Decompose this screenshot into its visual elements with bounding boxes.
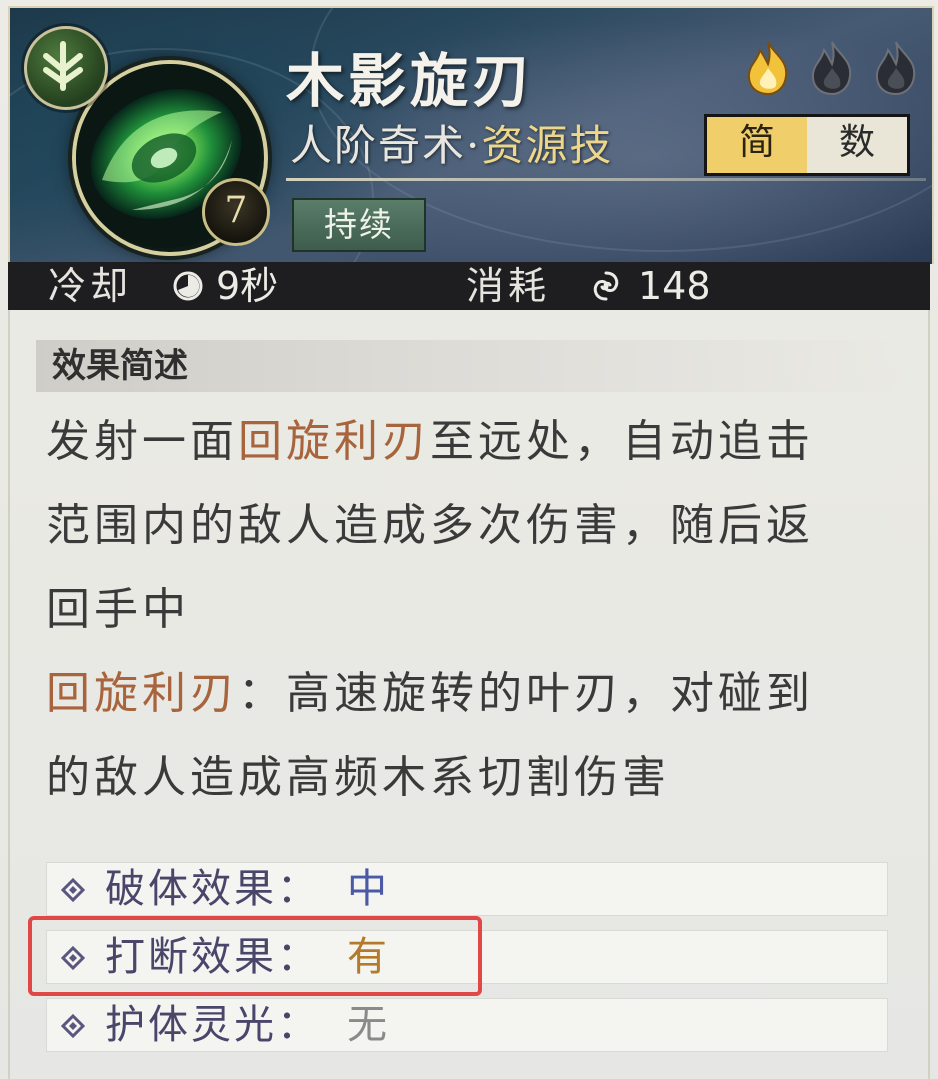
- description-line: 发射一面回旋利刃至远处，自动追击: [46, 416, 814, 467]
- description-line: 范围内的敌人造成多次伤害，随后返: [46, 500, 814, 551]
- flame-icon-empty: [875, 41, 916, 96]
- skill-category: 资源技: [481, 121, 614, 170]
- skill-level-badge: 7: [202, 178, 270, 246]
- skill-tooltip-card: 7 木影旋刃 人阶奇术·资源技 持续 简 数 冷却 9秒 消耗 148 效果简述…: [0, 0, 938, 1079]
- flame-icon-filled: [747, 41, 788, 96]
- skill-header: 7 木影旋刃 人阶奇术·资源技 持续 简 数: [8, 6, 934, 264]
- title-divider: [286, 178, 926, 181]
- diamond-bullet-icon: [61, 1014, 85, 1038]
- energy-flames: [740, 38, 930, 102]
- attribute-label: 破体效果：: [105, 866, 320, 912]
- description-line: 回手中: [46, 584, 190, 635]
- skill-rank: 人阶奇术·: [290, 121, 482, 170]
- skill-tag: 持续: [292, 198, 426, 252]
- section-title-effect: 效果简述: [36, 340, 916, 392]
- effect-description: 发射一面回旋利刃至远处，自动追击 范围内的敌人造成多次伤害，随后返 回手中 回旋…: [46, 400, 896, 820]
- cooldown-icon: [173, 271, 203, 301]
- attribute-row: 破体效果： 中: [46, 862, 888, 916]
- attribute-label: 护体灵光：: [105, 1002, 320, 1048]
- skill-stats-bar: 冷却 9秒 消耗 148: [8, 262, 930, 310]
- wood-element-icon: [24, 26, 108, 110]
- keyword-highlight: 回旋利刃: [46, 668, 238, 719]
- cost-value: 148: [638, 264, 711, 308]
- skill-name: 木影旋刃: [286, 47, 535, 115]
- cost-label: 消耗: [466, 264, 551, 308]
- diamond-bullet-icon: [61, 878, 85, 902]
- flame-icon-empty: [811, 41, 852, 96]
- skill-type: 人阶奇术·资源技: [290, 112, 613, 173]
- toggle-numeric-button[interactable]: 数: [807, 117, 907, 173]
- description-line: 的敌人造成高频木系切割伤害: [46, 752, 670, 803]
- toggle-simple-button[interactable]: 简: [707, 117, 807, 173]
- attribute-value: 中: [347, 866, 387, 912]
- attribute-row: 护体灵光： 无: [46, 998, 888, 1052]
- cooldown-label: 冷却: [48, 264, 133, 308]
- annotation-highlight-box: [28, 916, 482, 996]
- description-line: 回旋利刃：高速旋转的叶刃，对碰到: [46, 668, 814, 719]
- attribute-value: 无: [347, 1002, 387, 1048]
- keyword-highlight: 回旋利刃: [238, 416, 430, 467]
- view-mode-toggle: 简 数: [704, 114, 910, 176]
- spirit-energy-icon: [593, 271, 619, 301]
- cooldown-value: 9秒: [216, 264, 279, 308]
